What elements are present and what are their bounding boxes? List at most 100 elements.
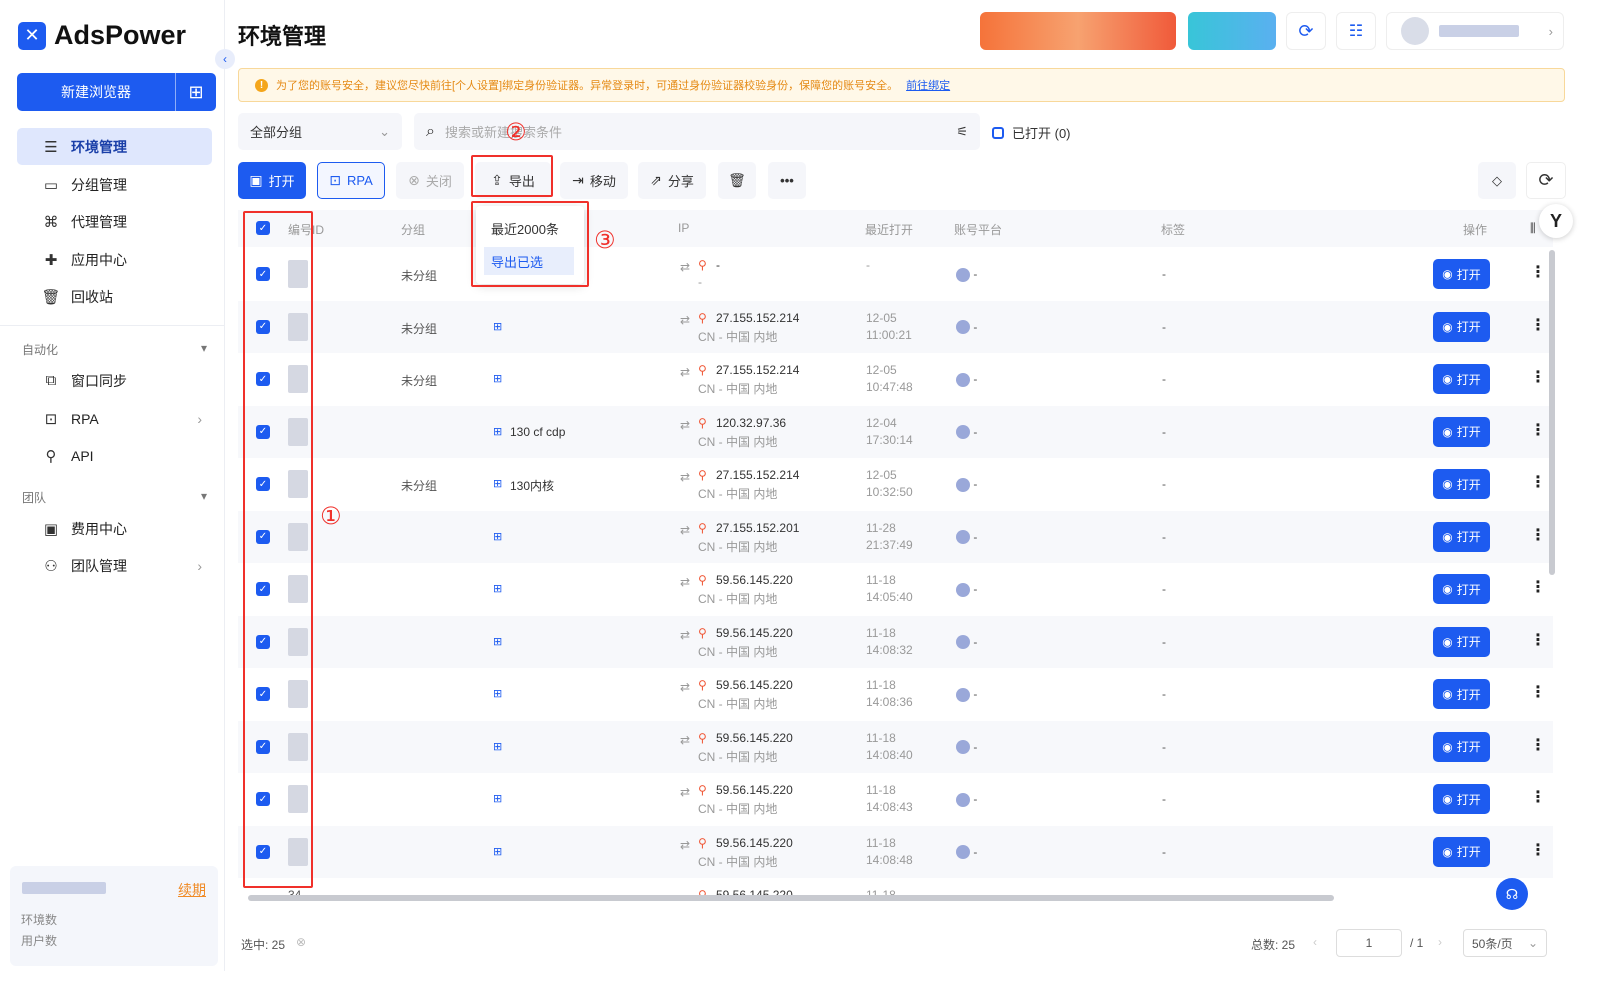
new-browser-button[interactable]: 新建浏览器 ⊞ — [17, 73, 216, 111]
table-row[interactable]: ✓ ⊞ ⇄ ⚲ 27.155.152.201 CN - 中国 内地 11-28 21:37:4… — [238, 510, 1553, 563]
vertical-scrollbar[interactable] — [1549, 250, 1555, 575]
row-more-icon[interactable]: ⋮ — [1530, 420, 1546, 440]
refresh-button[interactable]: ⟳ — [1526, 162, 1566, 199]
swap-icon: ⇄ — [680, 837, 691, 852]
support-headset-icon[interactable]: ☊ — [1496, 878, 1528, 910]
username-redacted — [1439, 25, 1519, 37]
row-more-icon[interactable]: ⋮ — [1530, 315, 1546, 335]
windows-icon: ⊞ — [493, 530, 503, 543]
sidebar-item-trash[interactable]: 🗑 回收站 — [17, 278, 212, 315]
table-row[interactable]: ✓ 未分组 ⊞ 130内核 ⇄ ⚲ 27.155.152.214 CN - 中国 内地 12-0… — [238, 458, 1553, 510]
group-select[interactable]: 全部分组 ⌄ — [238, 113, 402, 150]
table-row[interactable]: ✓ 未分组 ⊞ ⇄ ⚲ 27.155.152.214 CN - 中国 内地 12-05 10:4… — [238, 353, 1553, 405]
row-region: CN - 中国 内地 — [698, 644, 778, 659]
open-button[interactable]: ▣ 打开 — [238, 162, 306, 199]
table-row[interactable]: ✓ 未分组 ⊞ ⇄ ⚲ 27.155.152.214 CN - 中国 内地 12-05 11:0… — [238, 300, 1553, 353]
more-button[interactable]: ••• — [768, 162, 806, 199]
promo-badge[interactable] — [1188, 12, 1276, 50]
annotation-box-checkboxes — [243, 211, 313, 888]
row-ip: 27.155.152.201 — [716, 520, 800, 535]
row-more-icon[interactable]: ⋮ — [1530, 577, 1546, 597]
row-tags: - — [1162, 424, 1166, 439]
clear-selection-icon[interactable]: ⊗ — [296, 935, 306, 949]
assistant-widget-icon[interactable]: Y — [1539, 204, 1573, 238]
tag-button[interactable]: ◇ — [1478, 162, 1516, 199]
row-more-icon[interactable]: ⋮ — [1530, 630, 1546, 650]
table-row[interactable]: ✓ ⊞ 130 cf cdp ⇄ ⚲ 120.32.97.36 CN - 中国 内地 12-0… — [238, 405, 1553, 458]
row-more-icon[interactable]: ⋮ — [1530, 682, 1546, 702]
table-row[interactable]: ✓ ⊞ ⇄ ⚲ 59.56.145.220 CN - 中国 内地 11-18 14:08:40… — [238, 720, 1553, 773]
section-team[interactable]: 团队 ▾ — [22, 489, 207, 506]
sidebar: ✕ AdsPower 新建浏览器 ⊞ ☰ 环境管理 ▭ 分组管理 ⌘ 代理管理 … — [0, 0, 225, 971]
row-more-icon[interactable]: ⋮ — [1530, 367, 1546, 387]
row-more-icon[interactable]: ⋮ — [1530, 840, 1546, 860]
page-input[interactable]: 1 — [1336, 929, 1402, 957]
row-open-button[interactable]: ◉ 打开 — [1433, 836, 1490, 867]
search-input[interactable]: ⌕ 搜索或新建搜索条件 ⚟ — [414, 113, 980, 150]
next-page-icon[interactable]: › — [1438, 935, 1442, 949]
move-button[interactable]: ⇥ 移动 — [560, 162, 628, 199]
horizontal-scrollbar[interactable] — [248, 895, 1334, 901]
close-circle-icon: ⊗ — [408, 172, 420, 188]
table-row[interactable]: ✓ ⊞ ⇄ ⚲ 59.56.145.220 CN - 中国 内地 11-18 14:08:48… — [238, 825, 1553, 878]
row-open-button[interactable]: ◉ 打开 — [1433, 469, 1490, 499]
sidebar-item-proxy[interactable]: ⌘ 代理管理 — [17, 203, 212, 240]
sidebar-item-apps[interactable]: ✚ 应用中心 — [17, 241, 212, 278]
row-open-button[interactable]: ◉ 打开 — [1433, 574, 1490, 604]
upload-sync-icon[interactable]: ⟳ — [1286, 12, 1326, 50]
row-open-label: 打开 — [1456, 530, 1481, 544]
chrome-icon: ◉ — [1442, 319, 1453, 334]
sidebar-item-env[interactable]: ☰ 环境管理 — [17, 128, 212, 165]
task-list-icon[interactable]: ☷ — [1336, 12, 1376, 50]
close-button[interactable]: ⊗ 关闭 — [396, 162, 464, 199]
rpa-button[interactable]: ⊡ RPA — [317, 162, 385, 199]
opened-checkbox[interactable] — [992, 126, 1004, 139]
row-open-button[interactable]: ◉ 打开 — [1433, 364, 1490, 394]
sidebar-item-rpa[interactable]: ⊡ RPA › — [17, 400, 212, 437]
table-row[interactable]: ✓ ⊞ ⇄ ⚲ 59.56.145.220 CN - 中国 内地 11-18 14:08:43… — [238, 773, 1553, 825]
table-row[interactable]: ✓ ⊞ ⇄ ⚲ 59.56.145.220 CN - 中国 内地 11-18 14:08:36… — [238, 668, 1553, 720]
row-open-button[interactable]: ◉ 打开 — [1433, 521, 1490, 552]
column-settings-icon[interactable]: ⫼ — [1530, 221, 1536, 236]
row-more-icon[interactable]: ⋮ — [1530, 787, 1546, 807]
row-open-button[interactable]: ◉ 打开 — [1433, 679, 1490, 709]
sidebar-item-billing[interactable]: ▣ 费用中心 — [17, 510, 212, 547]
prev-page-icon[interactable]: ‹ — [1313, 935, 1317, 949]
row-open-button[interactable]: ◉ 打开 — [1433, 311, 1490, 342]
logo[interactable]: ✕ AdsPower — [18, 20, 186, 51]
share-button[interactable]: ⇗ 分享 — [638, 162, 706, 199]
user-menu[interactable]: › — [1386, 12, 1564, 50]
row-ip: 120.32.97.36 — [716, 415, 787, 430]
header-last-open[interactable]: 最近打开 — [865, 221, 913, 238]
delete-button[interactable]: 🗑 — [718, 162, 756, 199]
sidebar-item-label: RPA — [71, 410, 99, 427]
page-size-select[interactable]: 50条/页 ⌄ — [1463, 929, 1547, 957]
table-row[interactable]: ✓ ⊞ ⇄ ⚲ 59.56.145.220 CN - 中国 内地 11-18 14:08:32… — [238, 615, 1553, 668]
row-open-button[interactable]: ◉ 打开 — [1433, 731, 1490, 762]
add-icon[interactable]: ⊞ — [176, 73, 216, 111]
row-open-button[interactable]: ◉ 打开 — [1433, 784, 1490, 814]
section-automation[interactable]: 自动化 ▾ — [22, 341, 207, 358]
row-open-button[interactable]: ◉ 打开 — [1433, 416, 1490, 447]
row-more-icon[interactable]: ⋮ — [1530, 735, 1546, 755]
sidebar-item-window-sync[interactable]: ⧉ 窗口同步 — [17, 362, 212, 399]
promo-banner[interactable] — [980, 12, 1176, 50]
row-open-button[interactable]: ◉ 打开 — [1433, 259, 1490, 289]
bind-link[interactable]: 前往绑定 — [906, 77, 950, 93]
row-open-button[interactable]: ◉ 打开 — [1433, 626, 1490, 657]
row-more-icon[interactable]: ⋮ — [1530, 262, 1546, 282]
table-row[interactable]: ✓ ⊞ ⇄ ⚲ 59.56.145.220 CN - 中国 内地 11-18 14:05:40… — [238, 563, 1553, 615]
row-more-icon[interactable]: ⋮ — [1530, 525, 1546, 545]
row-more-icon[interactable]: ⋮ — [1530, 472, 1546, 492]
swap-icon: ⇄ — [680, 785, 691, 799]
sidebar-item-api[interactable]: ⚲ API — [17, 437, 212, 474]
renew-link[interactable]: 续期 — [178, 880, 206, 900]
row-ip: 59.56.145.220 — [716, 625, 793, 640]
opened-filter[interactable]: 已打开 (0) — [992, 123, 1071, 142]
sidebar-item-team[interactable]: ⚇ 团队管理 › — [17, 547, 212, 584]
row-tags: - — [1162, 582, 1166, 596]
filter-settings-icon[interactable]: ⚟ — [956, 124, 968, 140]
row-open-label: 打开 — [1456, 792, 1481, 807]
sidebar-item-groups[interactable]: ▭ 分组管理 — [17, 166, 212, 203]
table-row[interactable]: ✓未分组⊞⇄⚲--- --◉打开⋮ — [238, 248, 1553, 300]
